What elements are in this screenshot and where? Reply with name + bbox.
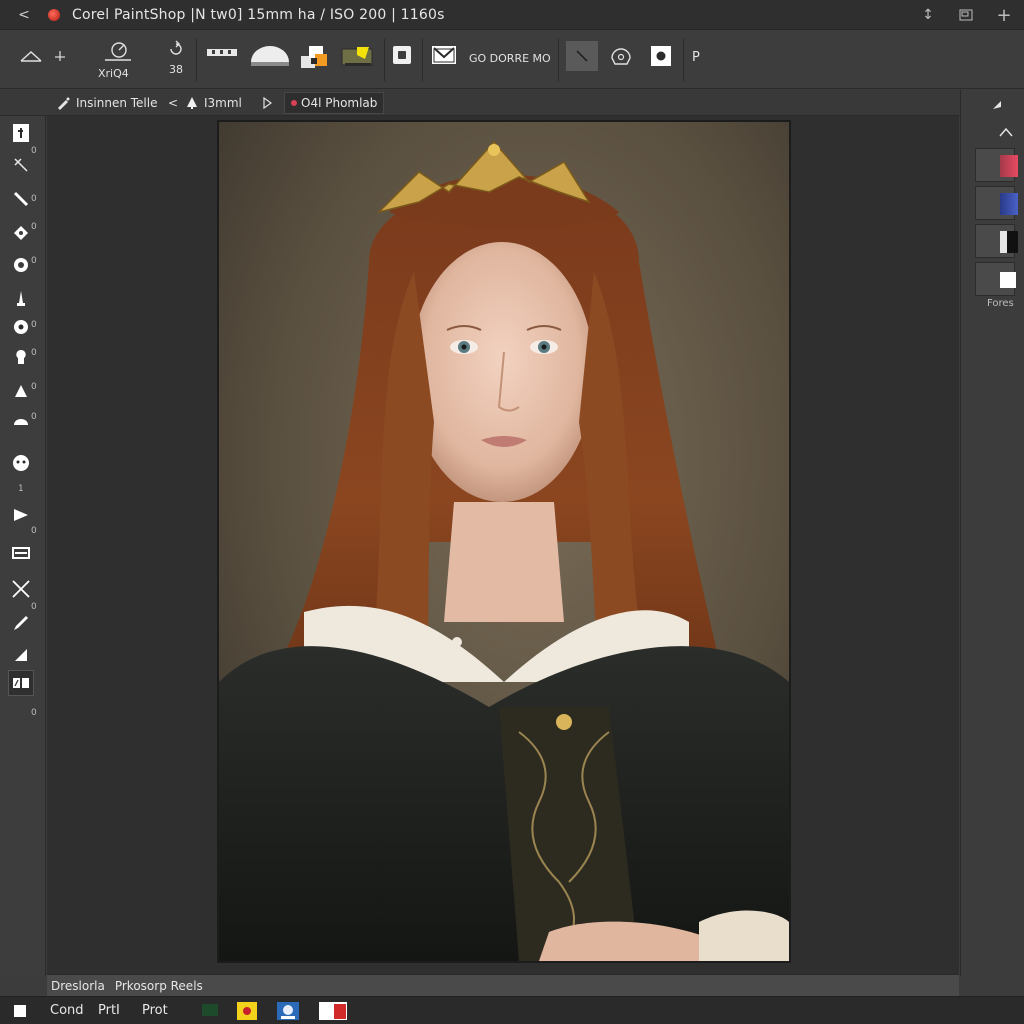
status-left: Dreslorla: [51, 978, 105, 993]
taskbar-item-1[interactable]: Cond: [50, 1003, 84, 1019]
tool-mini-label: 0: [31, 412, 37, 422]
color-stack-icon[interactable]: [296, 41, 332, 73]
globe-icon[interactable]: [608, 43, 634, 69]
blue-app-icon[interactable]: [276, 1001, 299, 1021]
text-label[interactable]: GO DORRE MO: [469, 52, 551, 65]
file-tool-icon[interactable]: [8, 120, 34, 146]
toolbar-divider: [558, 39, 559, 81]
tool-mini-label: 0: [31, 194, 37, 204]
highlight-tool-icon[interactable]: [338, 41, 380, 73]
window-title: Corel PaintShop |N tw0] 15mm ha / ISO 20…: [72, 6, 445, 23]
triangle-tool-icon[interactable]: [18, 45, 44, 67]
tools-panel: 0 0 0 0 0 0 0 0 1 0 0 0: [0, 116, 46, 976]
taskbar-item-2[interactable]: PrtI: [98, 1003, 120, 1019]
title-bar: < Corel PaintShop |N tw0] 15mm ha / ISO …: [0, 0, 1024, 30]
tool-mini-label: 0: [31, 708, 37, 718]
chevron-up-icon[interactable]: [999, 122, 1015, 138]
status-bar: Dreslorla Prkosorp Reels: [47, 974, 959, 996]
start-icon[interactable]: [14, 1005, 26, 1017]
tool-name: Insinnen Telle: [76, 96, 158, 110]
brush-tool-icon[interactable]: [56, 94, 70, 112]
canvas-area[interactable]: [47, 116, 959, 974]
portrait-image: [219, 122, 789, 961]
crop-tool-icon[interactable]: [8, 576, 34, 602]
panel-caption: Fores: [987, 298, 1014, 309]
tool-mini-label: 0: [31, 256, 37, 266]
paintshop-window: < Corel PaintShop |N tw0] 15mm ha / ISO …: [0, 0, 1024, 1024]
tool-mini-label: 0: [31, 348, 37, 358]
taskbar-item-3[interactable]: Prot: [142, 1003, 168, 1019]
zoom-dial-icon[interactable]: [100, 39, 136, 65]
black-swatch-fill: [1000, 231, 1018, 253]
back-arrow-icon[interactable]: <: [14, 7, 34, 23]
toolbar-divider: [422, 39, 423, 81]
drop-icon[interactable]: [186, 94, 198, 112]
toolbar-divider: [196, 39, 197, 81]
slash-tool-icon[interactable]: [566, 41, 598, 71]
dropper-tool-icon[interactable]: [8, 610, 34, 636]
swatch-white[interactable]: [975, 262, 1016, 296]
line-tool-icon[interactable]: [8, 540, 34, 566]
swatch-black[interactable]: [975, 224, 1018, 258]
blue-swatch-fill: [1000, 193, 1018, 215]
yellow-app-icon[interactable]: [236, 1001, 258, 1021]
play-icon[interactable]: [262, 94, 272, 112]
toolbar-divider: [384, 39, 385, 81]
size-value[interactable]: I3mml: [204, 94, 242, 112]
pin-icon[interactable]: [50, 45, 70, 67]
layer-strip-icon[interactable]: [205, 43, 239, 63]
green-app-icon[interactable]: [200, 1001, 222, 1021]
options-bar: Insinnen Telle < I3mml O4l Phomlab: [0, 90, 1024, 116]
tab-photolab[interactable]: O4l Phomlab: [284, 92, 385, 114]
shape-tool-icon[interactable]: [8, 502, 34, 528]
red-app-icon[interactable]: [318, 1001, 347, 1021]
record-icon[interactable]: [648, 43, 674, 69]
chevron-left-icon[interactable]: <: [168, 94, 178, 112]
taskbar: Cond PrtI Prot: [0, 996, 1024, 1024]
white-swatch-fill: [1000, 272, 1016, 288]
tool-mini-label: 0: [31, 382, 37, 392]
toolbar-divider: [683, 39, 684, 81]
swatch-blue[interactable]: [975, 186, 1018, 220]
window-controls: ↕ +: [918, 0, 1014, 30]
add-icon[interactable]: +: [994, 5, 1014, 26]
status-right: Prkosorp Reels: [114, 978, 203, 993]
swatch-red[interactable]: [975, 148, 1018, 182]
brush-tool-icon[interactable]: [8, 286, 34, 312]
tab-dot-icon: [291, 100, 297, 106]
tool-mini-label: 0: [31, 222, 37, 232]
zoom-label: XriQ4: [98, 67, 129, 80]
restore-icon[interactable]: [956, 5, 976, 25]
portrait-photo[interactable]: [217, 120, 791, 963]
face-tool-icon[interactable]: [8, 450, 34, 476]
gradient-tool-icon[interactable]: [8, 642, 34, 668]
tab-label: O4l Phomlab: [301, 96, 378, 110]
red-swatch-fill: [1000, 155, 1018, 177]
main-toolbar: XriQ4 38 GO DORRE MO P: [0, 31, 1024, 89]
corel-logo-icon: [48, 8, 60, 21]
tool-mini-label: 1: [18, 484, 24, 494]
mail-icon[interactable]: [430, 43, 458, 67]
rotate-icon[interactable]: [165, 39, 187, 59]
pick-tool-icon[interactable]: [8, 152, 34, 178]
last-label[interactable]: P: [692, 50, 700, 65]
color-picker-icon[interactable]: [8, 670, 34, 696]
tool-mini-label: 0: [31, 320, 37, 330]
frame-icon[interactable]: [390, 43, 414, 67]
arrow-tool-icon[interactable]: [991, 96, 1007, 112]
gradient-dome-icon[interactable]: [249, 41, 291, 73]
right-panel: Fores: [960, 90, 1024, 976]
small-label: 38: [169, 63, 183, 76]
minimize-icon[interactable]: ↕: [918, 5, 938, 25]
tool-mini-label: 0: [31, 526, 37, 536]
